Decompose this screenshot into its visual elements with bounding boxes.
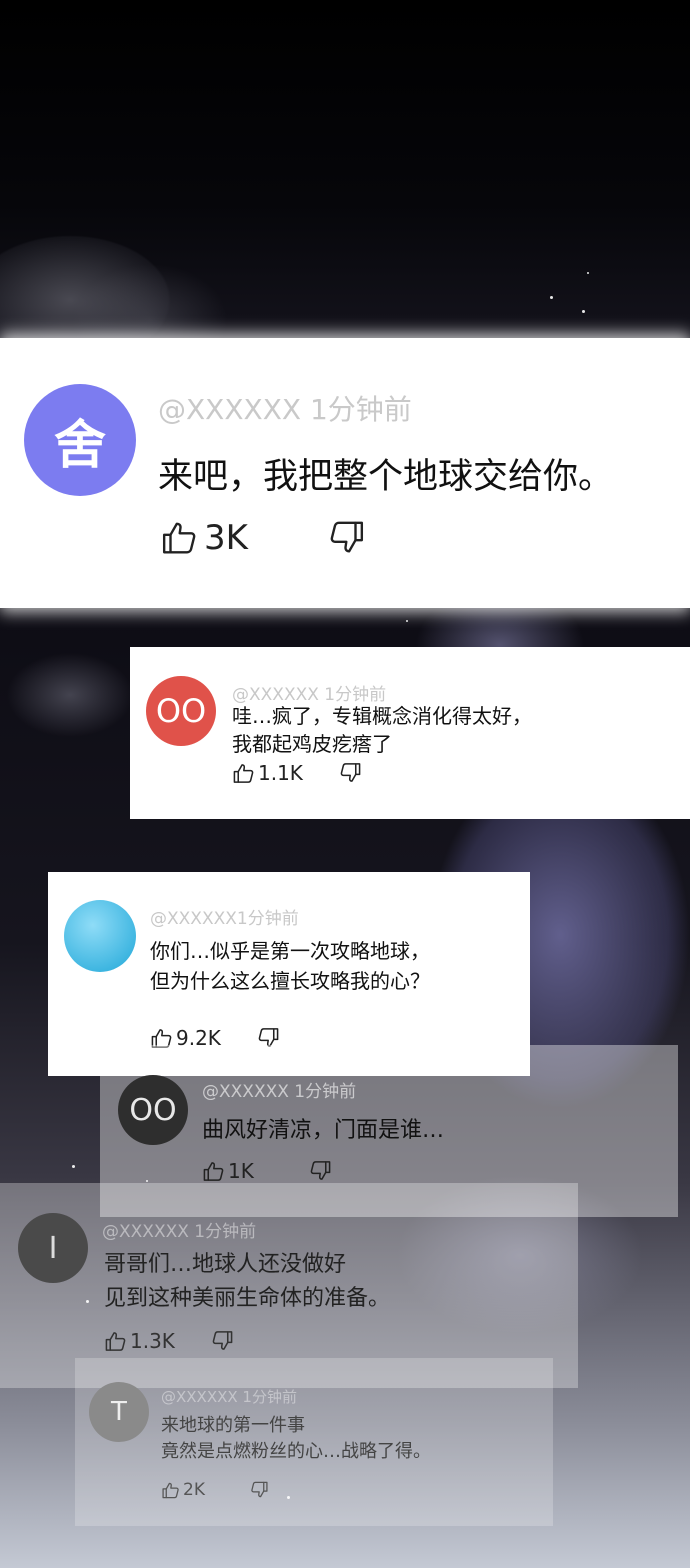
comment-text-line: 来地球的第一件事 [161,1415,305,1436]
comment-text-line: 见到这种美丽生命体的准备。 [104,1286,391,1311]
comment-username: @XXXXXX 1分钟前 [202,1082,357,1102]
dislike-button[interactable] [308,1159,332,1182]
like-button[interactable]: 3K [160,518,248,558]
star [406,620,408,622]
like-count: 2K [183,1480,205,1500]
avatar[interactable]: 舍 [24,384,136,496]
comment-text-line: 但为什么这么擅长攻略我的心？ [150,969,430,993]
thumbs-down-icon [249,1480,269,1499]
comment-text: 来吧，我把整个地球交给你。 [158,457,614,497]
like-button[interactable]: 2K [161,1480,205,1500]
dislike-button[interactable] [338,761,362,784]
thumbs-down-icon [210,1329,234,1352]
comment-username: @XXXXXX 1分钟前 [158,393,412,426]
thumbs-up-icon [104,1330,128,1353]
star [587,272,589,274]
star [550,296,553,299]
space-background-top [0,0,690,340]
comment-card: OO @XXXXXX 1分钟前 哇…疯了，专辑概念消化得太好， 我都起鸡皮疙瘩了… [130,647,690,819]
avatar[interactable]: OO [118,1075,188,1145]
like-count: 3K [204,518,248,558]
comment-username: @XXXXXX 1分钟前 [102,1222,257,1242]
avatar[interactable]: T [89,1382,149,1442]
avatar[interactable] [64,900,136,972]
comment-username: @XXXXXX 1分钟前 [232,685,387,705]
comment-text-line: 曲风好清凉，门面是谁… [202,1118,445,1143]
star [72,1165,75,1168]
avatar[interactable]: I [18,1213,88,1283]
comment-text-line: 竟然是点燃粉丝的心…战略了得。 [161,1441,431,1462]
thumbs-up-icon [160,519,200,557]
comment-username: @XXXXXX 1分钟前 [161,1388,297,1406]
thumbs-down-icon [338,761,362,784]
thumbs-down-icon [326,518,366,556]
thumbs-up-icon [161,1481,181,1500]
like-count: 1.3K [130,1329,175,1353]
comment-text-line: 哥哥们…地球人还没做好 [104,1252,347,1277]
like-count: 1K [228,1159,254,1183]
star [582,310,585,313]
thumbs-up-icon [232,762,256,785]
comment-username: @XXXXXX1分钟前 [150,909,299,929]
avatar[interactable]: OO [146,676,216,746]
comment-text-line: 你们…似乎是第一次攻略地球， [150,939,430,963]
thumbs-up-icon [202,1160,226,1183]
like-count: 1.1K [258,761,303,785]
comment-text-line: 哇…疯了，专辑概念消化得太好， [232,704,532,728]
like-button[interactable]: 1.3K [104,1329,175,1353]
dislike-button[interactable] [249,1480,269,1499]
thumbs-down-icon [308,1159,332,1182]
comment-text-line: 我都起鸡皮疙瘩了 [232,732,392,756]
dislike-button[interactable] [326,518,366,556]
comment-card: T @XXXXXX 1分钟前 来地球的第一件事 竟然是点燃粉丝的心…战略了得。 … [75,1358,553,1526]
dislike-button[interactable] [210,1329,234,1352]
like-button[interactable]: 1K [202,1159,254,1183]
like-button[interactable]: 1.1K [232,761,303,785]
